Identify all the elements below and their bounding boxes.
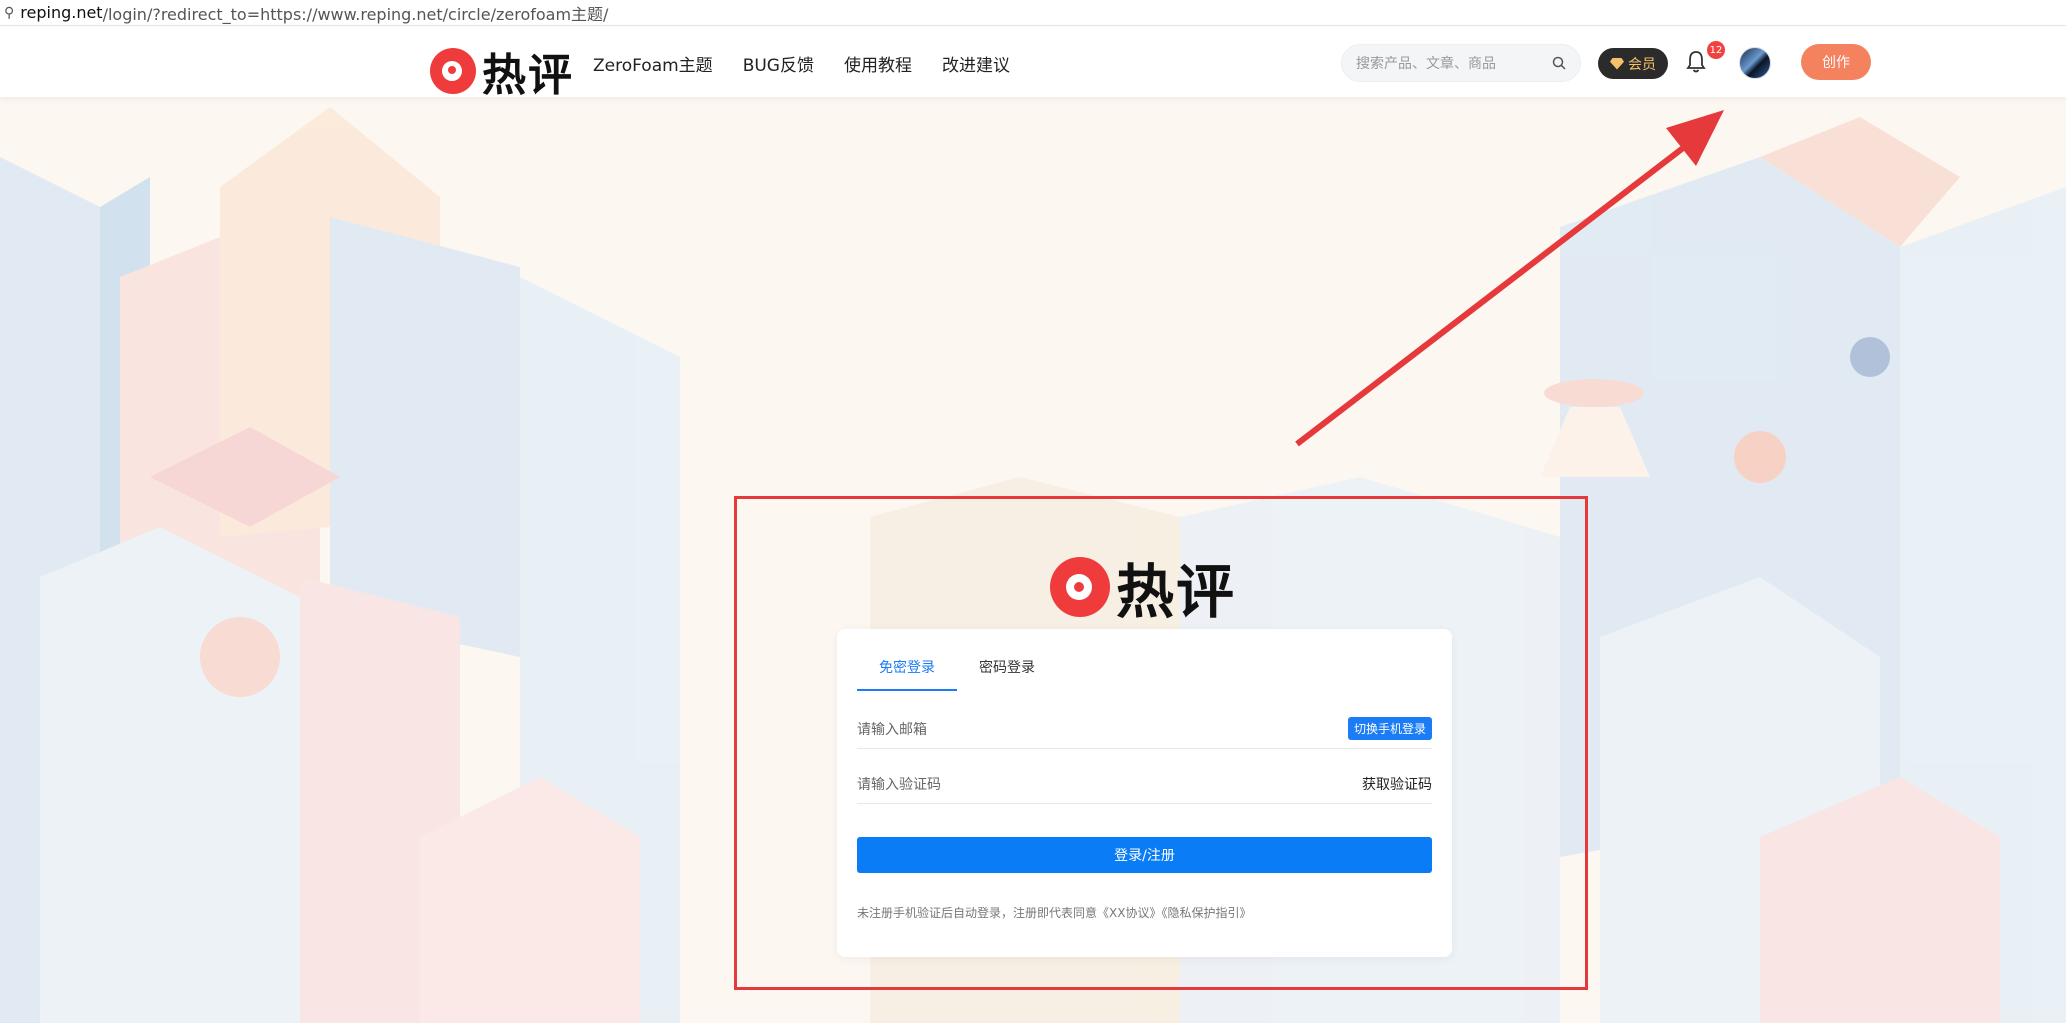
agreement-text: 未注册手机验证后自动登录，注册即代表同意《XX协议》《隐私保护指引》: [857, 906, 1252, 920]
site-logo[interactable]: 热评: [430, 39, 574, 103]
email-placeholder: 请输入邮箱: [857, 721, 927, 738]
diamond-icon: [1610, 57, 1624, 70]
main-nav: ZeroFoam主题 BUG反馈 使用教程 改进建议: [593, 51, 1010, 76]
email-field[interactable]: 请输入邮箱 切换手机登录: [857, 709, 1432, 749]
tab-password-login[interactable]: 密码登录: [957, 657, 1057, 691]
address-bar[interactable]: ⚲ reping.net/login/?redirect_to=https://…: [0, 0, 2066, 26]
nav-item-zerofoam[interactable]: ZeroFoam主题: [593, 51, 713, 76]
logo-icon: [1050, 557, 1110, 617]
get-code-button[interactable]: 获取验证码: [1362, 774, 1432, 794]
verification-code-field[interactable]: 请输入验证码 获取验证码: [857, 764, 1432, 804]
site-header: 热评 ZeroFoam主题 BUG反馈 使用教程 改进建议 搜索产品、文章、商品…: [0, 27, 2066, 101]
vip-button[interactable]: 会员: [1598, 48, 1668, 79]
create-button[interactable]: 创作: [1801, 44, 1871, 80]
nav-item-bug-feedback[interactable]: BUG反馈: [743, 51, 814, 76]
login-tabs: 免密登录 密码登录: [857, 657, 1057, 691]
logo-text: 热评: [482, 50, 574, 101]
code-placeholder: 请输入验证码: [857, 776, 941, 793]
bell-icon[interactable]: [1685, 49, 1707, 75]
vip-label: 会员: [1628, 56, 1656, 73]
url-path: /login/?redirect_to=https://www.reping.n…: [102, 4, 609, 24]
notification-badge: 12: [1707, 41, 1725, 59]
search-input[interactable]: 搜索产品、文章、商品: [1341, 44, 1581, 82]
login-register-button[interactable]: 登录/注册: [857, 837, 1432, 873]
site-info-icon[interactable]: ⚲: [4, 5, 14, 21]
avatar[interactable]: [1739, 47, 1771, 79]
url-host: reping.net: [20, 3, 103, 22]
login-logo-text: 热评: [1116, 558, 1237, 626]
nav-item-suggestions[interactable]: 改进建议: [942, 51, 1010, 76]
tab-passwordless-login[interactable]: 免密登录: [857, 657, 957, 691]
search-icon[interactable]: [1552, 56, 1566, 70]
login-logo: 热评: [1050, 545, 1236, 629]
nav-item-tutorial[interactable]: 使用教程: [844, 51, 912, 76]
switch-phone-login-button[interactable]: 切换手机登录: [1347, 717, 1432, 740]
logo-icon: [430, 48, 476, 94]
search-placeholder: 搜索产品、文章、商品: [1356, 56, 1496, 72]
login-card: 免密登录 密码登录 请输入邮箱 切换手机登录 请输入验证码 获取验证码 登录/注…: [837, 629, 1452, 957]
